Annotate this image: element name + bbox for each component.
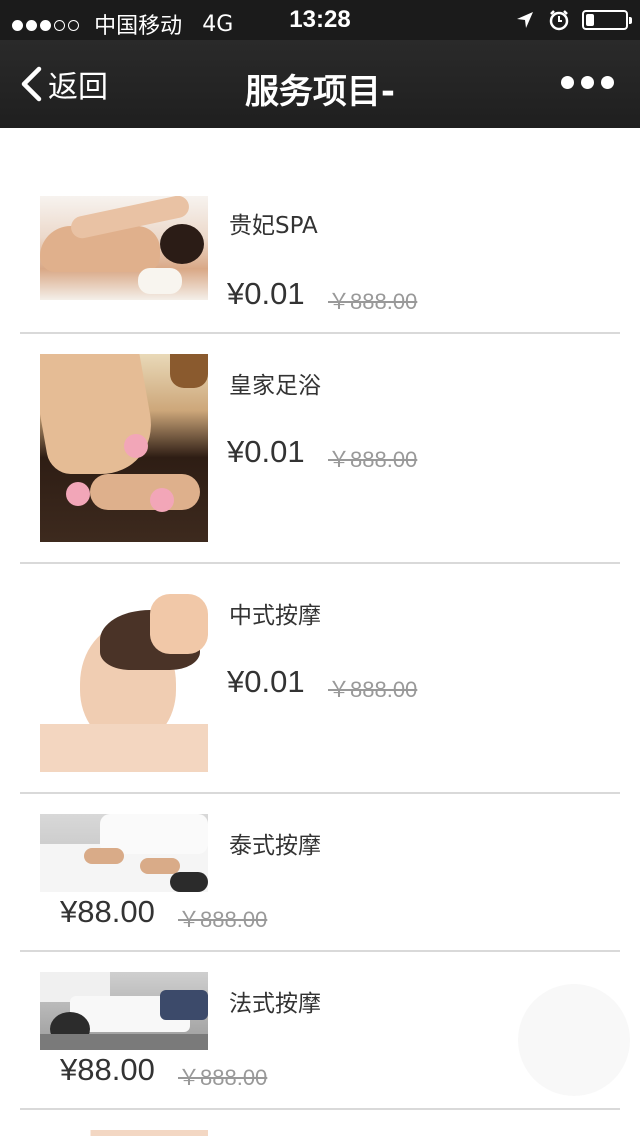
page-title: 服务项目- [244, 72, 396, 112]
back-button[interactable]: 返回 [20, 66, 108, 105]
service-item[interactable]: 贵妃SPA ¥0.01 ￥888.00 [20, 128, 620, 334]
service-original-price: ￥888.00 [178, 907, 268, 932]
service-original-price: ￥888.00 [328, 677, 418, 702]
service-name: 皇家足浴 [229, 373, 321, 399]
service-price: ¥88.00 [60, 894, 155, 929]
back-label: 返回 [48, 70, 108, 105]
service-price: ¥0.01 [227, 276, 305, 311]
french-massage-photo [40, 972, 208, 1050]
service-name: 中式按摩 [229, 603, 321, 629]
spa-massage-photo [40, 196, 208, 300]
service-item[interactable]: 皇家足浴 ¥0.01 ￥888.00 [20, 334, 620, 564]
head-massage-photo [40, 584, 208, 772]
service-name: 法式按摩 [229, 991, 321, 1017]
status-bar: 中国移动 4G 13:28 [0, 0, 640, 40]
alarm-icon [549, 10, 568, 31]
floating-button[interactable] [518, 984, 630, 1096]
status-icons [507, 9, 632, 31]
thai-massage-photo [40, 814, 208, 892]
service-name: 贵妃SPA [229, 213, 318, 239]
service-price: ¥0.01 [227, 664, 305, 699]
nav-bar: 返回 服务项目- [0, 40, 640, 128]
location-arrow-icon [517, 12, 534, 28]
service-name: 泰式按摩 [229, 833, 321, 859]
service-price: ¥0.01 [227, 434, 305, 469]
foot-bath-photo [40, 354, 208, 542]
next-item-photo [40, 1130, 208, 1136]
service-price: ¥88.00 [60, 1052, 155, 1087]
service-original-price: ￥888.00 [178, 1065, 268, 1090]
battery-icon [582, 10, 632, 30]
service-item[interactable]: 中式按摩 ¥0.01 ￥888.00 [20, 564, 620, 794]
service-original-price: ￥888.00 [328, 289, 418, 314]
service-item[interactable]: 泰式按摩 ¥88.00 ￥888.00 [20, 794, 620, 952]
service-original-price: ￥888.00 [328, 447, 418, 472]
chevron-left-icon [21, 66, 42, 102]
more-dots-icon[interactable] [561, 76, 614, 92]
